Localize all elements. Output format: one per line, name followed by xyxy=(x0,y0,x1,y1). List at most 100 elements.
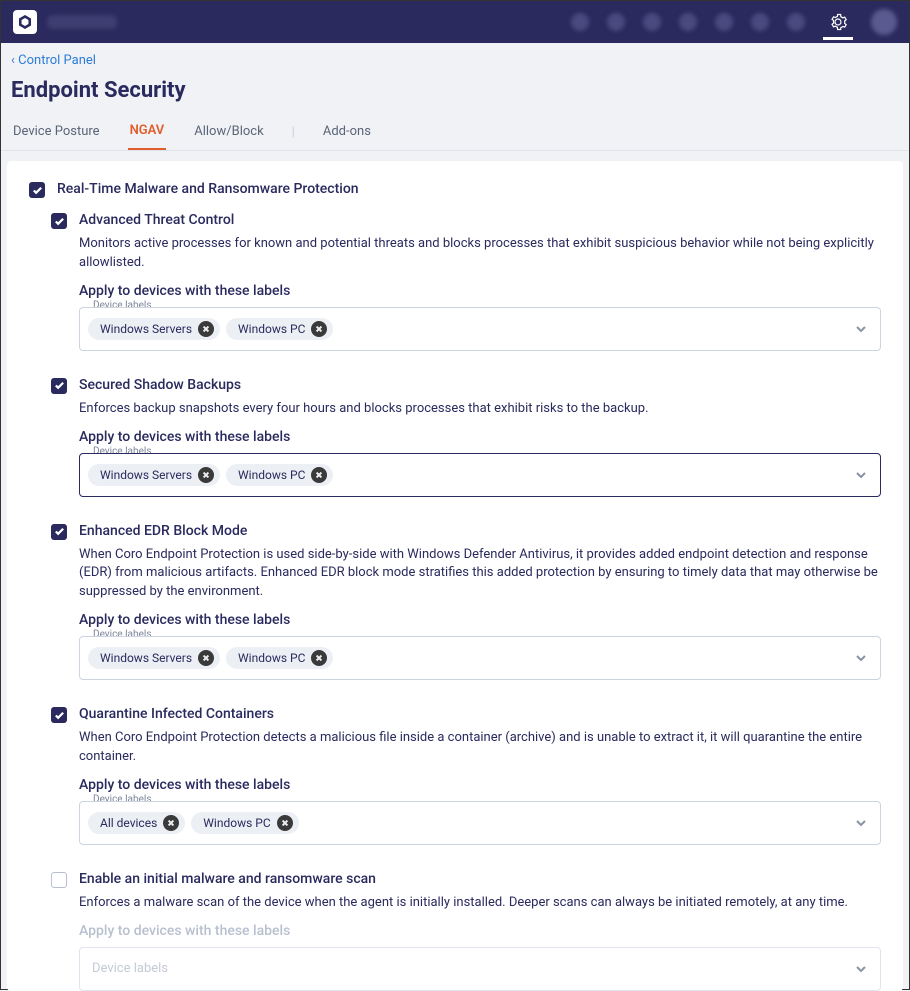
chevron-down-icon xyxy=(854,468,868,482)
check-icon xyxy=(54,526,65,537)
chip-text: Windows PC xyxy=(238,651,305,665)
gear-icon xyxy=(829,13,847,31)
tab-allow-block[interactable]: Allow/Block xyxy=(192,116,265,149)
realtime-protection-checkbox[interactable] xyxy=(29,182,45,198)
section-atc: Advanced Threat Control Monitors active p… xyxy=(51,212,881,351)
initscan-description: Enforces a malware scan of the device wh… xyxy=(79,894,881,913)
field-placeholder: Device labels xyxy=(88,961,168,976)
chip-text: Windows PC xyxy=(238,322,305,336)
chip-text: Windows PC xyxy=(238,468,305,482)
label-chip: Windows Servers xyxy=(88,318,220,340)
brand-name-blur xyxy=(47,15,117,29)
section-edr: Enhanced EDR Block Mode When Coro Endpoin… xyxy=(51,523,881,681)
label-chip: All devices xyxy=(88,812,185,834)
tab-ngav[interactable]: NGAV xyxy=(128,115,167,150)
edr-checkbox[interactable] xyxy=(51,524,67,540)
topbar-icon-blur[interactable] xyxy=(607,13,625,31)
chevron-down-icon xyxy=(854,651,868,665)
chip-remove-button[interactable] xyxy=(277,815,293,831)
qic-labels-field-wrap: Device labelsAll devicesWindows PC xyxy=(79,801,881,845)
chip-remove-button[interactable] xyxy=(311,650,327,666)
qic-apply-label: Apply to devices with these labels xyxy=(79,777,881,793)
close-icon xyxy=(315,325,323,333)
qic-title: Quarantine Infected Containers xyxy=(79,706,274,722)
topbar-icon-blur[interactable] xyxy=(571,13,589,31)
ssb-apply-label: Apply to devices with these labels xyxy=(79,429,881,445)
initscan-labels-field: Device labels xyxy=(79,947,881,991)
close-icon xyxy=(167,819,175,827)
section-ssb: Secured Shadow Backups Enforces backup sn… xyxy=(51,377,881,497)
chip-remove-button[interactable] xyxy=(163,815,179,831)
main-toggle-row: Real-Time Malware and Ransomware Protect… xyxy=(29,181,881,198)
atc-labels-field-wrap: Device labelsWindows ServersWindows PC xyxy=(79,307,881,351)
tabs: Device Posture NGAV Allow/Block | Add-on… xyxy=(1,115,909,151)
chip-text: Windows Servers xyxy=(100,322,192,336)
edr-labels-field-wrap: Device labelsWindows ServersWindows PC xyxy=(79,636,881,680)
label-chip: Windows PC xyxy=(191,812,298,834)
topbar-icon-blur[interactable] xyxy=(787,13,805,31)
close-icon xyxy=(315,471,323,479)
edr-description: When Coro Endpoint Protection is used si… xyxy=(79,546,881,603)
close-icon xyxy=(202,471,210,479)
initscan-apply-label: Apply to devices with these labels xyxy=(79,923,881,939)
tab-device-posture[interactable]: Device Posture xyxy=(11,116,102,149)
close-icon xyxy=(202,654,210,662)
chip-text: Windows Servers xyxy=(100,651,192,665)
top-bar xyxy=(1,1,909,43)
qic-description: When Coro Endpoint Protection detects a … xyxy=(79,729,881,767)
ssb-labels-field[interactable]: Windows Servers Windows PC xyxy=(79,453,881,497)
atc-checkbox[interactable] xyxy=(51,213,67,229)
content-panel: Real-Time Malware and Ransomware Protect… xyxy=(7,161,903,991)
topbar-icon-blur[interactable] xyxy=(751,13,769,31)
atc-apply-label: Apply to devices with these labels xyxy=(79,283,881,299)
ssb-description: Enforces backup snapshots every four hou… xyxy=(79,400,881,419)
section-initscan: Enable an initial malware and ransomware… xyxy=(51,871,881,991)
section-qic: Quarantine Infected Containers When Coro … xyxy=(51,706,881,845)
breadcrumb[interactable]: ‹ Control Panel xyxy=(1,43,909,72)
initscan-title: Enable an initial malware and ransomware… xyxy=(79,871,376,887)
ssb-checkbox[interactable] xyxy=(51,378,67,394)
topbar-actions xyxy=(571,7,897,37)
edr-labels-field[interactable]: Windows Servers Windows PC xyxy=(79,636,881,680)
topbar-icon-blur[interactable] xyxy=(643,13,661,31)
ssb-title: Secured Shadow Backups xyxy=(79,377,241,393)
label-chip: Windows PC xyxy=(226,464,333,486)
tab-addons[interactable]: Add-ons xyxy=(321,116,373,149)
tab-separator: | xyxy=(292,125,295,140)
chevron-down-icon xyxy=(854,322,868,336)
app-logo[interactable] xyxy=(13,10,37,34)
chip-text: All devices xyxy=(100,816,157,830)
check-icon xyxy=(54,380,65,391)
topbar-icon-blur[interactable] xyxy=(715,13,733,31)
topbar-icon-blur[interactable] xyxy=(679,13,697,31)
ssb-labels-field-wrap: Device labelsWindows ServersWindows PC xyxy=(79,453,881,497)
qic-labels-field[interactable]: All devices Windows PC xyxy=(79,801,881,845)
qic-checkbox[interactable] xyxy=(51,707,67,723)
close-icon xyxy=(315,654,323,662)
chip-remove-button[interactable] xyxy=(311,321,327,337)
chip-remove-button[interactable] xyxy=(198,321,214,337)
page-title: Endpoint Security xyxy=(1,72,909,115)
edr-apply-label: Apply to devices with these labels xyxy=(79,612,881,628)
atc-title: Advanced Threat Control xyxy=(79,212,234,228)
breadcrumb-label: Control Panel xyxy=(18,53,96,68)
chevron-down-icon xyxy=(854,816,868,830)
atc-description: Monitors active processes for known and … xyxy=(79,235,881,273)
initscan-checkbox[interactable] xyxy=(51,872,67,888)
chevron-down-icon xyxy=(854,962,868,976)
edr-title: Enhanced EDR Block Mode xyxy=(79,523,247,539)
chip-remove-button[interactable] xyxy=(311,467,327,483)
settings-button[interactable] xyxy=(823,7,853,40)
close-icon xyxy=(281,819,289,827)
label-chip: Windows PC xyxy=(226,318,333,340)
initscan-labels-field-wrap: Device labels xyxy=(79,947,881,991)
atc-labels-field[interactable]: Windows Servers Windows PC xyxy=(79,307,881,351)
label-chip: Windows Servers xyxy=(88,464,220,486)
check-icon xyxy=(54,216,65,227)
avatar[interactable] xyxy=(871,9,897,35)
chip-remove-button[interactable] xyxy=(198,650,214,666)
check-icon xyxy=(32,185,43,196)
chip-remove-button[interactable] xyxy=(198,467,214,483)
check-icon xyxy=(54,710,65,721)
close-icon xyxy=(202,325,210,333)
